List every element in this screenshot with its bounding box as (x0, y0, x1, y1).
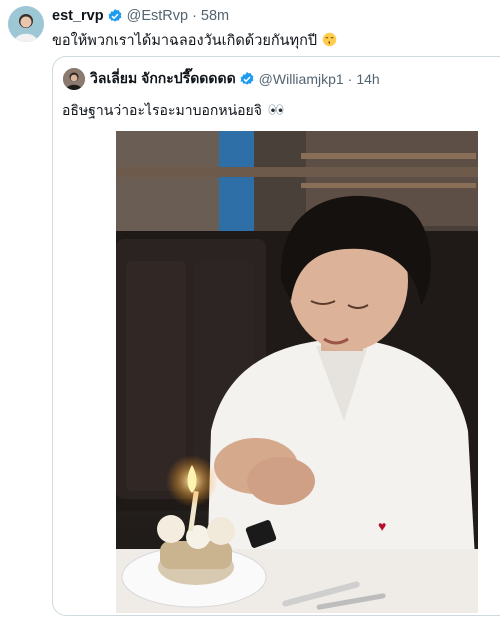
eyes-emoji-icon (268, 104, 284, 115)
birthday-photo-image: ♥ (116, 131, 478, 613)
tweet-text-content: ขอให้พวกเราได้มาฉลองวันเกิดด้วยกันทุกปี (52, 33, 318, 49)
quoted-tweet-photo[interactable]: ♥ (116, 131, 478, 613)
author-name[interactable]: est_rvp (52, 8, 104, 24)
quoted-tweet-timestamp[interactable]: 14h (356, 71, 379, 87)
tweet-timestamp[interactable]: 58m (201, 8, 229, 24)
quoted-header-separator: · (347, 71, 353, 87)
tweet[interactable]: est_rvp @EstRvp · 58m ขอให้พวกเราได้มาฉล… (0, 0, 500, 626)
header-separator: · (192, 8, 197, 24)
quoted-tweet[interactable]: วิลเลี่ยม จักกะปรี๊ดดดดด @Williamjkp1 · … (52, 56, 500, 616)
kissing-face-emoji-icon (322, 32, 337, 47)
tweet-header: est_rvp @EstRvp · 58m (52, 6, 229, 26)
verified-badge-icon (108, 9, 121, 22)
author-avatar[interactable] (8, 6, 44, 42)
svg-text:♥: ♥ (378, 518, 386, 534)
verified-badge-icon (240, 72, 254, 85)
quoted-tweet-text-content: อธิษฐานว่าอะไรอะมาบอกหน่อยจิ (62, 102, 262, 118)
quoted-tweet-text: อธิษฐานว่าอะไรอะมาบอกหน่อยจิ (62, 100, 285, 122)
tweet-text: ขอให้พวกเราได้มาฉลองวันเกิดด้วยกันทุกปี (52, 29, 337, 52)
quoted-author-name[interactable]: วิลเลี่ยม จักกะปรี๊ดดดดด (90, 68, 236, 90)
quoted-author-handle[interactable]: @Williamjkp1 (259, 71, 344, 87)
quoted-tweet-header: วิลเลี่ยม จักกะปรี๊ดดดดด @Williamjkp1 · … (90, 70, 380, 88)
author-handle[interactable]: @EstRvp (127, 8, 188, 24)
quoted-author-avatar[interactable] (63, 68, 85, 90)
